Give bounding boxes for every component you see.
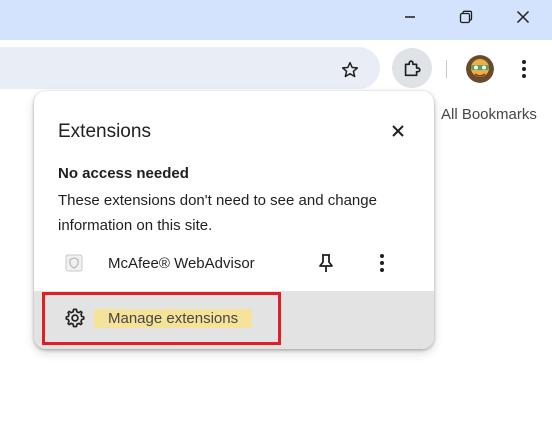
panel-title: Extensions xyxy=(58,121,151,142)
restore-button[interactable] xyxy=(449,4,483,30)
manage-extensions-row[interactable]: Manage extensions xyxy=(34,291,434,349)
extensions-button[interactable] xyxy=(392,48,432,88)
restore-icon xyxy=(459,10,473,24)
more-vert-icon xyxy=(380,254,384,272)
gear-icon xyxy=(64,307,88,331)
pin-icon xyxy=(319,254,333,272)
pin-extension-button[interactable] xyxy=(314,251,338,275)
profile-avatar-icon xyxy=(466,55,494,83)
extension-more-button[interactable] xyxy=(370,251,394,275)
minimize-icon xyxy=(405,16,415,18)
extension-name: McAfee® WebAdvisor xyxy=(108,255,255,272)
minimize-button[interactable] xyxy=(393,4,427,30)
toolbar-divider xyxy=(446,60,447,78)
extensions-panel: Extensions No access needed These extens… xyxy=(34,91,434,349)
star-icon xyxy=(341,61,359,78)
close-window-button[interactable] xyxy=(506,4,540,30)
bookmark-star-button[interactable] xyxy=(336,56,364,84)
browser-menu-button[interactable] xyxy=(512,56,536,82)
browser-toolbar xyxy=(0,40,552,96)
manage-extensions-link[interactable]: Manage extensions xyxy=(94,309,253,328)
more-vert-icon xyxy=(522,60,526,78)
close-icon xyxy=(392,125,404,137)
all-bookmarks-link[interactable]: All Bookmarks xyxy=(441,106,537,123)
extension-row[interactable]: McAfee® WebAdvisor xyxy=(34,243,434,283)
section-heading: No access needed xyxy=(58,165,189,182)
close-panel-button[interactable] xyxy=(386,119,410,143)
mcafee-shield-icon xyxy=(64,253,84,273)
close-icon xyxy=(516,10,530,24)
avatar[interactable] xyxy=(466,55,494,83)
puzzle-extensions-icon xyxy=(404,60,421,77)
section-description: These extensions don't need to see and c… xyxy=(58,192,377,234)
address-bar[interactable] xyxy=(0,47,380,89)
title-bar xyxy=(0,0,552,40)
